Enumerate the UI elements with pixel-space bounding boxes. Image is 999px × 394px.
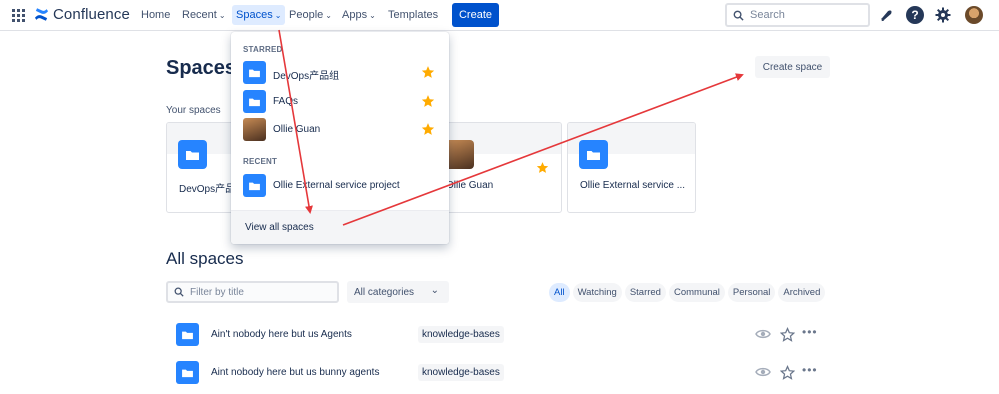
star-filled-icon[interactable]: [536, 161, 549, 174]
create-space-button[interactable]: Create space: [755, 56, 830, 78]
category-tag[interactable]: knowledge-bases: [418, 326, 504, 343]
nav-home[interactable]: Home: [141, 9, 170, 21]
nav-people-label: People: [289, 9, 324, 21]
help-icon[interactable]: ?: [906, 6, 924, 24]
dropdown-item-starred[interactable]: Ollie Guan: [243, 118, 449, 142]
pill-watching[interactable]: Watching: [572, 283, 622, 302]
category-select[interactable]: All categories ⌄: [347, 281, 449, 303]
star-filled-icon[interactable]: [421, 94, 435, 108]
filter-input[interactable]: [190, 286, 330, 298]
filter-pills: All Watching Starred Communal Personal A…: [549, 283, 826, 302]
folder-icon: [176, 361, 199, 384]
app-switcher-icon[interactable]: [12, 9, 25, 22]
avatar: [445, 140, 474, 169]
top-navigation: Confluence Home Recent ⌄ Spaces ⌄ People ⌄ …: [0, 0, 999, 31]
pill-communal[interactable]: Communal: [668, 283, 725, 302]
pill-archived[interactable]: Archived: [778, 283, 826, 302]
profile-avatar[interactable]: [965, 6, 983, 24]
star-filled-icon[interactable]: [421, 65, 435, 79]
chevron-down-icon: ⌄: [274, 10, 282, 20]
chevron-down-icon: ⌄: [430, 285, 439, 296]
nav-apps-label: Apps: [342, 9, 368, 21]
search-icon: [733, 10, 744, 21]
dropdown-item-label: Ollie External service project: [273, 180, 400, 191]
chevron-down-icon: ⌄: [325, 10, 332, 20]
space-name-link[interactable]: Aint nobody here but us bunny agents: [211, 367, 379, 378]
space-name-link[interactable]: Ain't nobody here but us Agents: [211, 329, 352, 340]
dropdown-item-recent[interactable]: Ollie External service project: [243, 174, 449, 198]
card-title: Ollie External service ...: [580, 180, 686, 191]
search-box[interactable]: [725, 3, 870, 27]
filter-box[interactable]: [166, 281, 339, 303]
folder-icon: [243, 61, 266, 84]
space-row[interactable]: Ain't nobody here but us Agents knowledg…: [176, 323, 830, 347]
confluence-logo[interactable]: Confluence: [34, 6, 130, 23]
view-all-spaces-label: View all spaces: [245, 222, 314, 233]
space-card[interactable]: Ollie External service ...: [567, 122, 696, 213]
dropdown-item-label: Ollie Guan: [273, 124, 321, 135]
category-select-value: All categories: [354, 286, 415, 298]
starred-heading: STARRED: [243, 45, 283, 54]
chevron-down-icon: ⌄: [218, 10, 226, 20]
search-input[interactable]: [750, 9, 860, 21]
card-title: Ollie Guan: [446, 180, 494, 191]
nav-recent-label: Recent: [182, 9, 217, 21]
folder-icon: [243, 90, 266, 113]
watch-eye-icon[interactable]: [755, 327, 771, 341]
star-filled-icon[interactable]: [421, 122, 435, 136]
folder-icon: [579, 140, 608, 169]
product-name: Confluence: [53, 6, 130, 23]
folder-icon: [176, 323, 199, 346]
category-tag[interactable]: knowledge-bases: [418, 364, 504, 381]
space-card[interactable]: Ollie Guan: [433, 122, 562, 213]
notifications-icon[interactable]: [877, 6, 895, 24]
all-spaces-heading: All spaces: [166, 249, 244, 268]
dropdown-item-starred[interactable]: FAQs: [243, 90, 449, 114]
pill-starred[interactable]: Starred: [624, 283, 666, 302]
nav-spaces-label: Spaces: [236, 9, 273, 21]
confluence-mark-icon: [34, 8, 49, 21]
your-spaces-heading: Your spaces: [166, 105, 221, 116]
folder-icon: [178, 140, 207, 169]
spaces-dropdown-menu: STARRED DevOps产品组 FAQs Ollie Guan RECENT…: [231, 32, 449, 244]
folder-icon: [243, 174, 266, 197]
star-outline-icon[interactable]: [780, 365, 795, 380]
space-row[interactable]: Aint nobody here but us bunny agents kno…: [176, 361, 830, 385]
dropdown-item-starred[interactable]: DevOps产品组: [243, 61, 449, 85]
nav-recent[interactable]: Recent ⌄: [182, 9, 226, 21]
pill-personal[interactable]: Personal: [727, 283, 776, 302]
chevron-down-icon: ⌄: [369, 10, 376, 20]
watch-eye-icon[interactable]: [755, 365, 771, 379]
dropdown-item-label: DevOps产品组: [273, 71, 340, 82]
search-icon: [174, 287, 184, 297]
avatar: [243, 118, 266, 141]
page-title: Spaces: [166, 57, 237, 79]
nav-apps[interactable]: Apps ⌄: [342, 9, 376, 21]
create-button[interactable]: Create: [452, 3, 499, 27]
settings-gear-icon[interactable]: [934, 6, 952, 24]
recent-heading: RECENT: [243, 157, 278, 166]
nav-people[interactable]: People ⌄: [289, 9, 332, 21]
dropdown-item-label: FAQs: [273, 96, 299, 107]
view-all-spaces-link[interactable]: View all spaces: [231, 210, 449, 244]
more-actions-icon[interactable]: •••: [802, 363, 818, 377]
nav-templates[interactable]: Templates: [388, 9, 438, 21]
pill-all[interactable]: All: [549, 283, 570, 302]
star-outline-icon[interactable]: [780, 327, 795, 342]
more-actions-icon[interactable]: •••: [802, 325, 818, 339]
nav-spaces[interactable]: Spaces ⌄: [232, 5, 286, 25]
